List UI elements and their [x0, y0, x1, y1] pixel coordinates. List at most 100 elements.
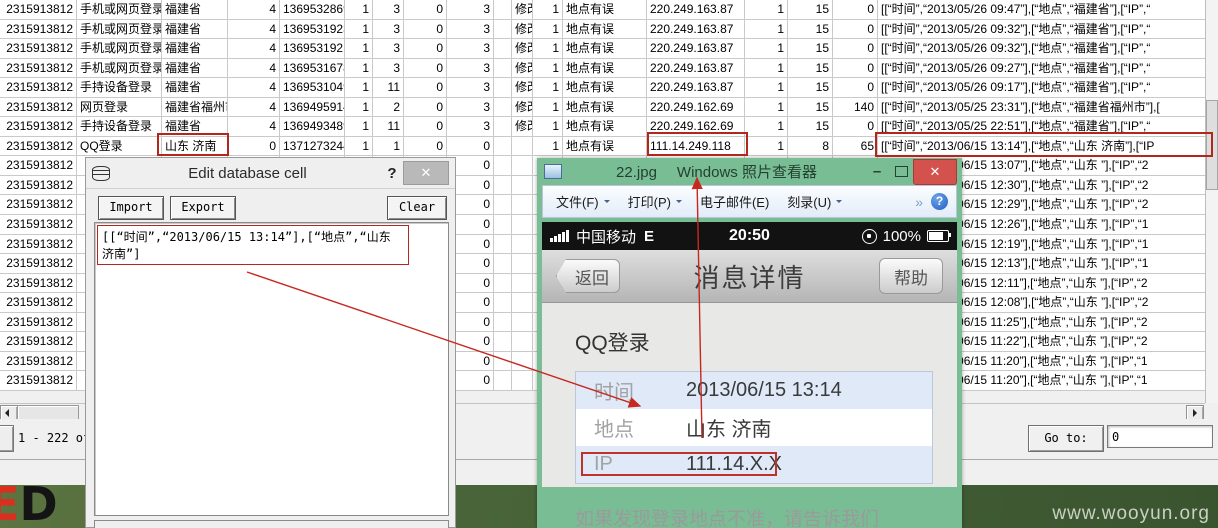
table-cell-gap[interactable]: [494, 195, 512, 215]
table-cell-n8[interactable]: 15: [788, 39, 833, 58]
table-cell-json[interactable]: [[“时间”,“2013/05/26 09:27”],[“地点”,“福建省”],…: [878, 59, 1205, 78]
table-cell-id[interactable]: 2315913812: [0, 136, 77, 156]
table-cell-json[interactable]: [[“时间”,“2013/05/26 09:17”],[“地点”,“福建省”],…: [878, 78, 1205, 97]
table-cell-gap[interactable]: [494, 97, 512, 117]
table-row[interactable]: 2315913812手持设备登录福建省4136949348911103修改1地点…: [0, 117, 1205, 137]
table-cell-n7[interactable]: 1: [745, 58, 788, 78]
table-cell-n8[interactable]: 15: [788, 78, 833, 97]
table-row[interactable]: 2315913812手机或网页登录福建省413695319211303修改1地点…: [0, 39, 1205, 59]
table-cell-n7[interactable]: 1: [745, 78, 788, 97]
table-cell-n2[interactable]: 1: [345, 136, 373, 156]
table-cell-edit[interactable]: [512, 254, 533, 273]
table-cell-n6[interactable]: 1: [533, 78, 563, 97]
table-cell-n1[interactable]: 4: [228, 117, 280, 136]
table-cell-n1[interactable]: 4: [228, 39, 280, 58]
table-cell-ip[interactable]: 220.249.163.87: [647, 78, 745, 97]
table-cell-loc[interactable]: 福建省: [162, 78, 228, 97]
table-cell-id[interactable]: 2315913812: [0, 117, 77, 136]
table-cell-n7[interactable]: 1: [745, 19, 788, 39]
table-cell-n1[interactable]: 4: [228, 0, 280, 19]
table-cell-n1[interactable]: 4: [228, 97, 280, 117]
table-cell-gap[interactable]: [494, 234, 512, 254]
table-cell-gap[interactable]: [494, 117, 512, 136]
table-cell-type[interactable]: 手机或网页登录: [77, 58, 162, 78]
table-cell-id[interactable]: 2315913812: [0, 39, 77, 58]
table-cell-loc[interactable]: 山东 济南: [162, 136, 228, 156]
table-cell-id[interactable]: 2315913812: [0, 351, 77, 371]
table-cell-id[interactable]: 2315913812: [0, 175, 77, 195]
table-cell-ts[interactable]: 1369531921: [280, 39, 345, 58]
table-cell-id[interactable]: 2315913812: [0, 234, 77, 254]
menu-overflow-chevron[interactable]: »: [907, 194, 931, 210]
table-cell-n4[interactable]: 0: [404, 19, 447, 39]
table-cell-n7[interactable]: 1: [745, 136, 788, 156]
table-cell-n9[interactable]: 0: [833, 19, 878, 39]
table-cell-n1[interactable]: 0: [228, 136, 280, 156]
cell-edit-textarea[interactable]: [[“时间”,“2013/06/15 13:14”],[“地点”,“山东 济南”…: [94, 222, 449, 516]
menu-file[interactable]: 文件(F): [547, 192, 619, 211]
table-cell-n7[interactable]: 1: [745, 39, 788, 58]
table-cell-id[interactable]: 2315913812: [0, 78, 77, 97]
table-cell-json[interactable]: [[“时间”,“2013/05/25 23:31”],[“地点”,“福建省福州市…: [878, 98, 1205, 117]
table-cell-id[interactable]: 2315913812: [0, 97, 77, 117]
table-cell-edit[interactable]: [512, 371, 533, 390]
table-cell-type[interactable]: 手机或网页登录: [77, 39, 162, 58]
goto-button[interactable]: Go to:: [1028, 425, 1104, 452]
table-cell-status[interactable]: 地点有误: [563, 19, 647, 39]
table-cell-n1[interactable]: 4: [228, 78, 280, 97]
table-cell-id[interactable]: 2315913812: [0, 312, 77, 332]
table-cell-n5[interactable]: 3: [447, 97, 494, 117]
table-cell-n3[interactable]: 11: [373, 117, 404, 136]
table-cell-n4[interactable]: 0: [404, 0, 447, 19]
table-cell-gap[interactable]: [494, 215, 512, 234]
table-cell-type[interactable]: 手机或网页登录: [77, 0, 162, 19]
table-cell-edit[interactable]: [512, 273, 533, 293]
table-cell-n6[interactable]: 1: [533, 39, 563, 58]
table-cell-json[interactable]: [[“时间”,“2013/05/26 09:32”],[“地点”,“福建省”],…: [878, 39, 1205, 58]
table-cell-edit[interactable]: [512, 156, 533, 175]
table-cell-n6[interactable]: 1: [533, 58, 563, 78]
table-cell-n4[interactable]: 0: [404, 117, 447, 136]
table-cell-n1[interactable]: 4: [228, 58, 280, 78]
table-cell-id[interactable]: 2315913812: [0, 215, 77, 234]
table-cell-id[interactable]: 2315913812: [0, 195, 77, 215]
table-cell-gap[interactable]: [494, 273, 512, 293]
table-cell-ip[interactable]: 220.249.162.69: [647, 97, 745, 117]
table-cell-edit[interactable]: 修改: [512, 58, 533, 78]
table-row[interactable]: 2315913812手持设备登录福建省4136953104911103修改1地点…: [0, 78, 1205, 98]
table-cell-n8[interactable]: 15: [788, 58, 833, 78]
table-cell-n9[interactable]: 0: [833, 78, 878, 97]
table-cell-n5[interactable]: 3: [447, 0, 494, 19]
table-cell-n1[interactable]: 4: [228, 19, 280, 39]
table-cell-n5[interactable]: 3: [447, 78, 494, 97]
table-cell-gap[interactable]: [494, 39, 512, 58]
table-cell-edit[interactable]: [512, 234, 533, 254]
table-cell-type[interactable]: QQ登录: [77, 136, 162, 156]
table-cell-gap[interactable]: [494, 332, 512, 351]
table-cell-id[interactable]: 2315913812: [0, 0, 77, 19]
photo-viewer-titlebar[interactable]: 22.jpg Windows 照片查看器 – ✕: [542, 158, 957, 185]
table-cell-n9[interactable]: 140: [833, 97, 878, 117]
close-button[interactable]: ✕: [913, 158, 957, 185]
table-cell-type[interactable]: 手持设备登录: [77, 117, 162, 136]
table-cell-gap[interactable]: [494, 175, 512, 195]
table-cell-edit[interactable]: [512, 215, 533, 234]
table-cell-n7[interactable]: 1: [745, 97, 788, 117]
minimize-button[interactable]: –: [865, 163, 889, 180]
table-cell-edit[interactable]: [512, 195, 533, 215]
table-cell-n9[interactable]: 0: [833, 39, 878, 58]
table-cell-id[interactable]: 2315913812: [0, 254, 77, 273]
table-cell-status[interactable]: 地点有误: [563, 117, 647, 136]
table-cell-loc[interactable]: 福建省: [162, 117, 228, 136]
table-cell-gap[interactable]: [494, 254, 512, 273]
table-cell-id[interactable]: 2315913812: [0, 58, 77, 78]
back-button[interactable]: 返回: [556, 259, 620, 293]
table-cell-json[interactable]: [[“时间”,“2013/06/15 13:14”],[“地点”,“山东 济南”…: [878, 137, 1205, 156]
vertical-scrollbar-thumb[interactable]: [1206, 100, 1218, 190]
table-row[interactable]: 2315913812手机或网页登录福建省413695316781303修改1地点…: [0, 58, 1205, 79]
table-cell-n6[interactable]: 1: [533, 0, 563, 19]
table-cell-n8[interactable]: 8: [788, 136, 833, 156]
maximize-button[interactable]: [889, 166, 913, 177]
table-cell-edit[interactable]: 修改: [512, 117, 533, 136]
table-cell-n6[interactable]: 1: [533, 136, 563, 156]
